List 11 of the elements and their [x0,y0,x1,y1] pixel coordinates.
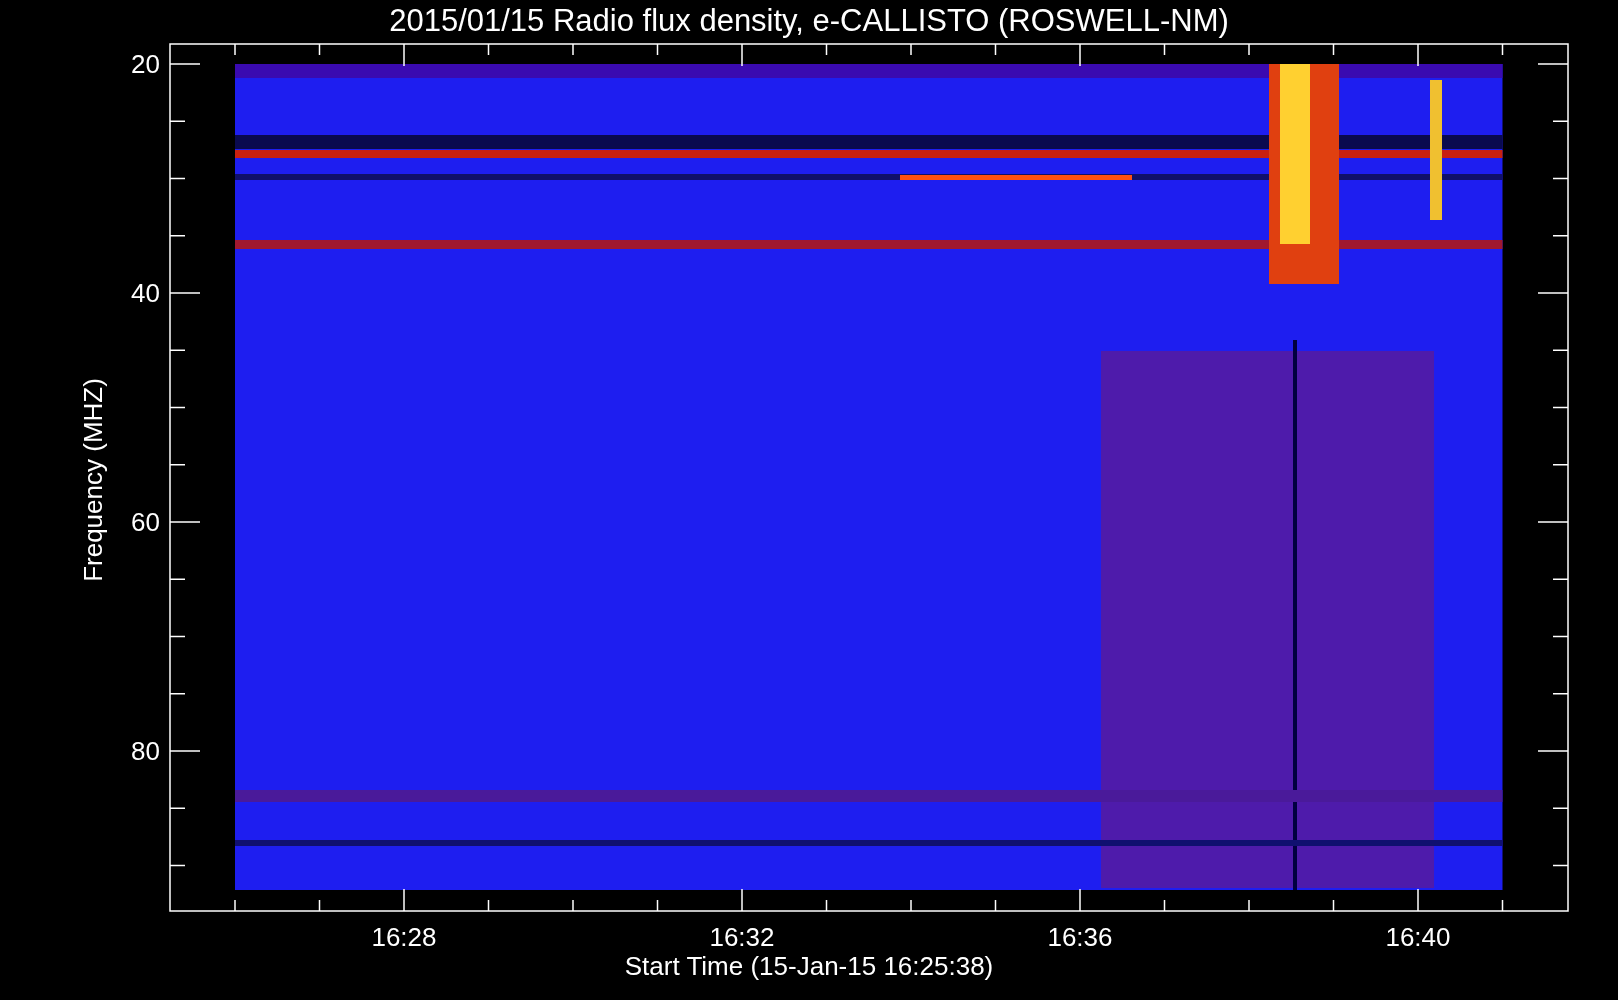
x-tick-label: 16:36 [1047,922,1113,952]
y-axis-label: Frequency (MHZ) [78,378,108,582]
x-tick-label: 16:28 [371,922,437,952]
y-tick-label: 60 [131,507,160,537]
x-axis-label: Start Time (15-Jan-15 16:25:38) [624,951,994,981]
y-tick-label: 20 [131,49,160,79]
x-tick-label: 16:32 [709,922,775,952]
x-tick-label: 16:40 [1385,922,1451,952]
y-tick-label: 80 [131,736,160,766]
chart-title: 2015/01/15 Radio flux density, e-CALLISTO (ROSWELL-NM) [389,3,1229,38]
y-tick-label: 40 [131,278,160,308]
